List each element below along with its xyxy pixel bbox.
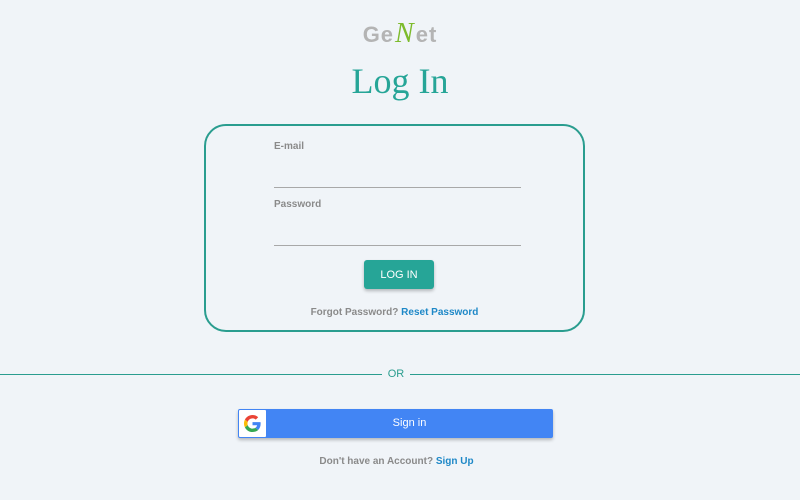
google-sign-in-label: Sign in [392,417,427,429]
divider-line-right [410,374,800,375]
app-logo: GeNet [0,18,800,50]
login-card: E-mail Password LOG IN Forgot Password? … [204,124,585,332]
forgot-password-text: Forgot Password? [310,307,399,318]
login-button[interactable]: LOG IN [364,260,434,289]
page-title: Log In [351,61,449,101]
forgot-password-row: Forgot Password? Reset Password [206,307,583,318]
email-label: E-mail [274,141,305,152]
email-field-group: E-mail [274,141,521,188]
password-label: Password [274,199,322,210]
logo-text-right: et [415,22,438,47]
login-page: GeNet Log In E-mail Password LOG IN Forg… [0,0,800,500]
password-field-group: Password [274,199,521,246]
password-input[interactable] [274,222,521,246]
email-input[interactable] [274,164,521,188]
logo-mark: N [395,18,415,49]
divider-text: OR [387,368,405,380]
google-icon-box [239,410,266,437]
logo-text-left: Ge [362,22,395,47]
or-divider: OR [0,368,800,380]
reset-password-link[interactable]: Reset Password [401,307,478,318]
google-g-icon [244,415,261,432]
divider-line-left [0,374,382,375]
signup-row: Don't have an Account? Sign Up [0,456,793,467]
signup-link[interactable]: Sign Up [436,456,474,467]
signup-prompt: Don't have an Account? [319,456,434,467]
google-sign-in-button[interactable]: Sign in [238,409,553,438]
